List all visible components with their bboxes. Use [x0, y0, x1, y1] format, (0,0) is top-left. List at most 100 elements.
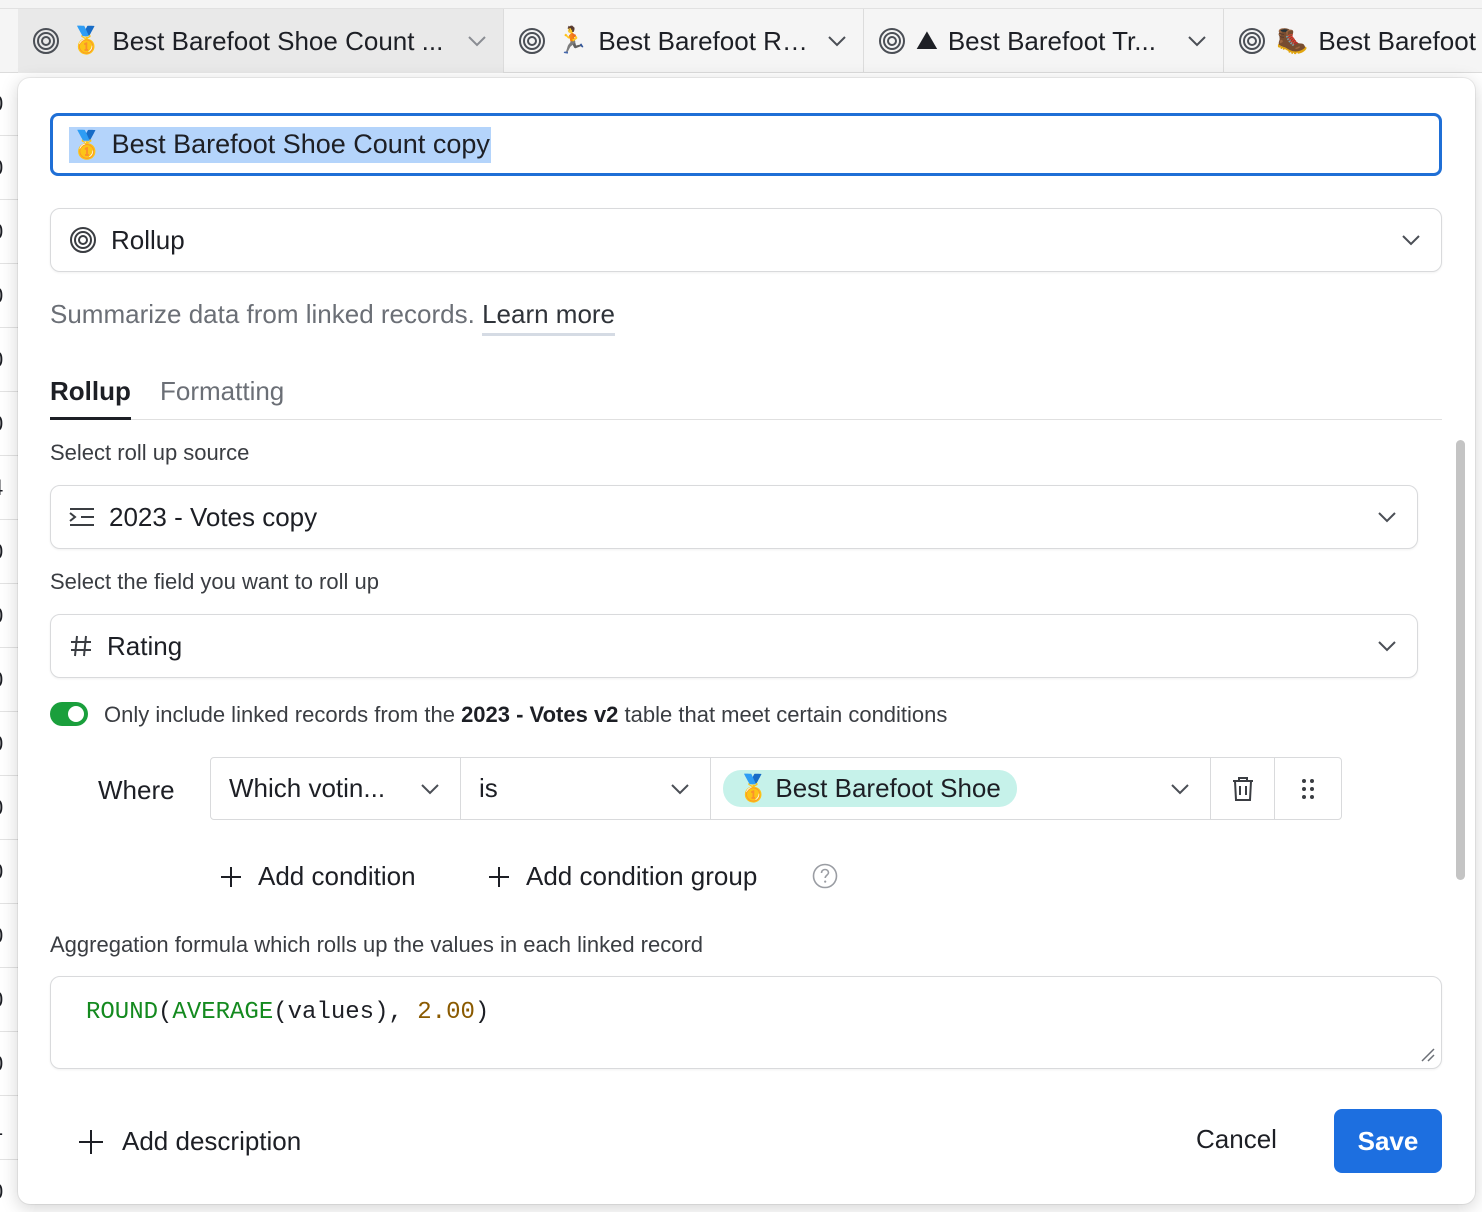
rollup-field-select[interactable]: Rating — [50, 614, 1418, 678]
add-condition-group-button[interactable]: Add condition group — [488, 861, 757, 892]
column-header-label: Best Barefoot Shoe Count ... — [112, 25, 444, 56]
rollup-spiral-icon — [878, 27, 906, 55]
filter-operator-value: is — [479, 773, 498, 803]
rollup-field-label: Select the field you want to roll up — [50, 569, 379, 594]
gutter-cell-value: 0 — [0, 859, 3, 885]
formula-average: AVERAGE — [172, 999, 274, 1026]
formula-round: ROUND — [86, 999, 159, 1026]
chevron-down-icon — [1377, 511, 1397, 523]
add-condition-button[interactable]: Add condition — [220, 861, 416, 892]
gutter-row-line — [0, 199, 18, 200]
tab-formatting[interactable]: Formatting — [160, 376, 284, 420]
gutter-cell-value: 0 — [0, 539, 3, 565]
condition-prefix: Only include linked records from the — [104, 702, 455, 727]
rollup-spiral-icon — [69, 226, 97, 254]
column-header-label: Best Barefoot — [1318, 25, 1476, 56]
delete-condition-button[interactable] — [1211, 758, 1275, 819]
gutter-cell-value: 0 — [0, 411, 3, 437]
config-tabs: Rollup Formatting — [50, 376, 1442, 420]
rollup-source-value: 2023 - Votes copy — [109, 501, 318, 532]
trash-icon — [1231, 776, 1255, 802]
hiking-boot-icon: 🥾 — [1276, 26, 1309, 56]
conditions-description: Only include linked records from the 202… — [104, 702, 947, 728]
field-type-select[interactable]: Rollup — [50, 208, 1442, 272]
gutter-cell-value: 0 — [0, 219, 3, 245]
conditions-toggle[interactable] — [50, 702, 88, 726]
gutter-cell-value: 0 — [0, 795, 3, 821]
formula-editor[interactable]: ROUND(AVERAGE(values), 2.00) — [50, 976, 1442, 1069]
medal-icon: 🥇 — [70, 129, 104, 161]
gutter-row-line — [0, 1095, 18, 1096]
learn-more-link[interactable]: Learn more — [482, 299, 616, 336]
medal-icon: 🥇 — [70, 26, 103, 56]
gutter-row-line — [0, 455, 18, 456]
gutter-cell-value: 0 — [0, 1179, 3, 1205]
chevron-down-icon — [670, 783, 690, 795]
chevron-down-icon[interactable] — [827, 35, 847, 47]
gutter-row-line — [0, 647, 18, 648]
gutter-cell-value: 0 — [0, 731, 3, 757]
gutter-row-line — [0, 519, 18, 520]
drag-handle[interactable] — [1275, 758, 1341, 819]
chevron-down-icon[interactable] — [467, 35, 487, 47]
column-header-2[interactable]: ⛰ Best Barefoot Tr... — [864, 9, 1224, 73]
aggregation-label: Aggregation formula which rolls up the v… — [50, 932, 704, 957]
tab-rollup[interactable]: Rollup — [50, 376, 131, 420]
column-header-row: 🥇 Best Barefoot Shoe Count ... 🏃 Best Ba… — [0, 9, 1482, 73]
selected-text: 🥇 Best Barefoot Shoe Count copy — [69, 126, 491, 163]
save-button[interactable]: Save — [1334, 1109, 1442, 1173]
column-header-1[interactable]: 🏃 Best Barefoot Ro... — [504, 9, 864, 73]
where-label: Where — [98, 775, 175, 805]
chevron-down-icon — [420, 783, 440, 795]
gutter-cell-value: 0 — [0, 603, 3, 629]
gutter-row-line — [0, 327, 18, 328]
scrollbar[interactable] — [1456, 440, 1465, 880]
gutter-row-line — [0, 391, 18, 392]
mountain-icon: ⛰ — [916, 25, 938, 56]
rollup-spiral-icon — [32, 27, 60, 55]
rollup-field-value: Rating — [107, 630, 183, 661]
gutter-row-line — [0, 583, 18, 584]
resize-handle-icon[interactable] — [1419, 1046, 1435, 1062]
field-name-input[interactable]: 🥇 Best Barefoot Shoe Count copy — [50, 113, 1442, 176]
column-header-3[interactable]: 🥾 Best Barefoot — [1224, 9, 1482, 73]
chevron-down-icon[interactable] — [1187, 35, 1207, 47]
chevron-down-icon — [1170, 783, 1190, 795]
rollup-source-select[interactable]: 2023 - Votes copy — [50, 485, 1418, 549]
gutter-cell-value: 4 — [0, 475, 3, 501]
filter-condition-row: Which votin... is 🥇 Best Barefoot Shoe — [210, 757, 1342, 820]
add-condition-label: Add condition — [258, 861, 416, 891]
plus-icon — [488, 866, 510, 888]
medal-icon: 🥇 — [737, 773, 770, 804]
cancel-button[interactable]: Cancel — [1196, 1124, 1277, 1155]
plus-icon — [78, 1129, 104, 1155]
formula-args: (values), — [273, 999, 418, 1026]
column-header-label: Best Barefoot Ro... — [598, 25, 817, 56]
filter-value-pill: 🥇 Best Barefoot Shoe — [723, 770, 1017, 807]
gutter-row-line — [0, 775, 18, 776]
add-condition-group-label: Add condition group — [526, 861, 758, 891]
gutter-cell-value: 0 — [0, 667, 3, 693]
top-strip — [0, 0, 1482, 9]
add-description-button[interactable]: Add description — [78, 1126, 301, 1157]
formula-close: ) — [474, 999, 490, 1026]
link-records-icon — [69, 506, 95, 528]
column-header-label: Best Barefoot Tr... — [947, 25, 1156, 56]
gutter-row-line — [0, 1031, 18, 1032]
rollup-spiral-icon — [518, 27, 546, 55]
filter-field-select[interactable]: Which votin... — [211, 758, 461, 819]
gutter-cell-value: 0 — [0, 1051, 3, 1077]
chevron-down-icon — [1377, 640, 1397, 652]
gutter-row-line — [0, 839, 18, 840]
field-type-description: Summarize data from linked records. Lear… — [50, 299, 616, 336]
column-header-0[interactable]: 🥇 Best Barefoot Shoe Count ... — [18, 9, 504, 73]
filter-operator-select[interactable]: is — [461, 758, 711, 819]
number-hash-icon — [69, 634, 93, 658]
description-text: Summarize data from linked records. — [50, 299, 475, 329]
filter-value-label: Best Barefoot Shoe — [775, 773, 1001, 803]
formula-decimals: 2.00 — [417, 999, 475, 1026]
gutter-cell-value: 0 — [0, 91, 3, 117]
filter-value-select[interactable]: 🥇 Best Barefoot Shoe — [711, 758, 1211, 819]
gutter-row-line — [0, 263, 18, 264]
help-icon[interactable] — [812, 863, 838, 889]
